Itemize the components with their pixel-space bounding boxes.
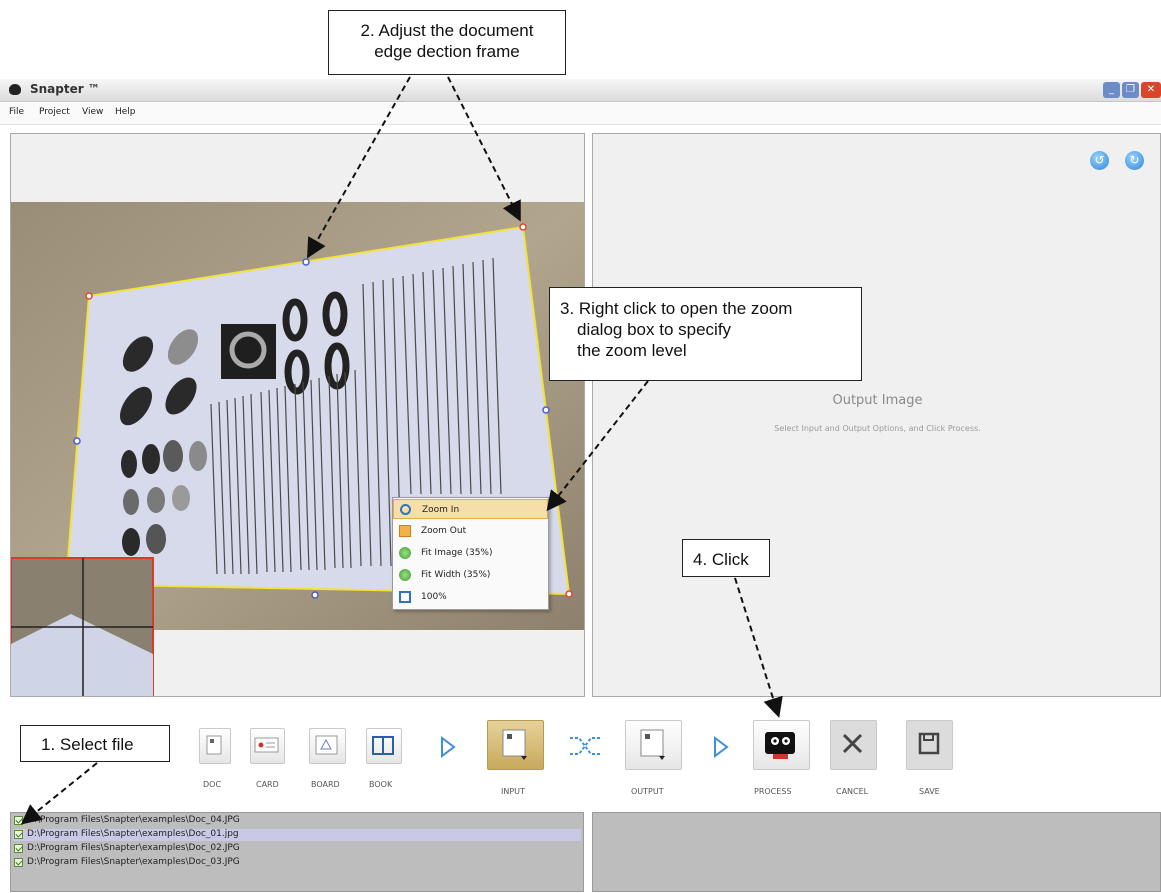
menu-file[interactable]: File bbox=[9, 107, 24, 117]
process-robot-icon bbox=[765, 732, 795, 759]
input-photo bbox=[11, 202, 584, 696]
callout-step-3: 3. Right click to open the zoom dialog b… bbox=[549, 287, 862, 381]
callout-step-1: 1. Select file bbox=[20, 725, 170, 762]
book-icon bbox=[372, 736, 394, 755]
save-disk-icon bbox=[918, 732, 940, 755]
fit-width-icon bbox=[399, 569, 411, 581]
menu-bar: File Project View Help bbox=[0, 102, 1161, 125]
zoom-in-icon bbox=[400, 504, 411, 515]
zoom-out-icon bbox=[399, 525, 411, 537]
actual-size-icon bbox=[399, 591, 411, 603]
callout-step-3-line3: the zoom level bbox=[577, 341, 687, 360]
output-image-panel[interactable]: ↺ ↻ Output Image Select Input and Output… bbox=[592, 133, 1161, 697]
callout-step-3-line1: 3. Right click to open the zoom bbox=[560, 299, 793, 318]
rotate-left-icon[interactable]: ↺ bbox=[1090, 151, 1109, 170]
menu-item-zoom-out[interactable]: Zoom Out bbox=[393, 521, 548, 541]
title-bar: Snapter ™ _ ❐ ✕ bbox=[0, 79, 1161, 102]
menu-item-fit-image[interactable]: Fit Image (35%) bbox=[393, 543, 548, 563]
file-checkbox[interactable] bbox=[14, 858, 23, 867]
file-row[interactable]: D:\Program Files\Snapter\examples\Doc_03… bbox=[13, 857, 581, 869]
file-row[interactable]: D:\Program Files\Snapter\examples\Doc_04… bbox=[13, 815, 581, 827]
close-icon[interactable]: ✕ bbox=[1141, 82, 1161, 98]
file-checkbox[interactable] bbox=[14, 830, 23, 839]
arrow-right-icon bbox=[714, 736, 729, 758]
callout-step-2-line2: edge dection frame bbox=[374, 42, 520, 61]
cancel-x-icon bbox=[842, 733, 863, 754]
output-image-hint: Select Input and Output Options, and Cli… bbox=[774, 424, 981, 433]
restore-icon[interactable]: ❐ bbox=[1122, 82, 1139, 98]
menu-help[interactable]: Help bbox=[115, 107, 136, 117]
menu-item-100-percent[interactable]: 100% bbox=[393, 587, 548, 607]
file-row[interactable]: D:\Program Files\Snapter\examples\Doc_02… bbox=[13, 843, 581, 855]
doc-icon bbox=[206, 735, 222, 755]
file-row-selected[interactable]: D:\Program Files\Snapter\examples\Doc_01… bbox=[13, 829, 581, 841]
card-icon bbox=[254, 737, 279, 753]
zoom-context-menu: Zoom In Zoom Out Fit Image (35%) Fit Wid… bbox=[392, 497, 549, 610]
callout-step-2: 2. Adjust the document edge dection fram… bbox=[328, 10, 566, 75]
minimize-icon[interactable]: _ bbox=[1103, 82, 1120, 98]
callout-step-3-line2: dialog box to specify bbox=[577, 320, 732, 339]
callout-step-4: 4. Click bbox=[682, 539, 770, 577]
arrow-right-icon bbox=[441, 736, 456, 758]
menu-item-zoom-in[interactable]: Zoom In bbox=[393, 499, 548, 519]
window-title: Snapter ™ bbox=[30, 82, 100, 96]
callout-step-2-line1: 2. Adjust the document bbox=[360, 21, 534, 40]
fit-image-icon bbox=[399, 547, 411, 559]
output-image-title: Output Image bbox=[832, 393, 923, 408]
output-file-list bbox=[592, 812, 1161, 892]
menu-item-fit-width[interactable]: Fit Width (35%) bbox=[393, 565, 548, 585]
file-checkbox[interactable] bbox=[14, 844, 23, 853]
app-icon bbox=[9, 84, 21, 95]
board-icon bbox=[315, 735, 338, 755]
rotate-right-icon[interactable]: ↻ bbox=[1125, 151, 1144, 170]
menu-view[interactable]: View bbox=[82, 107, 103, 117]
input-icon bbox=[502, 729, 527, 760]
input-image-panel[interactable] bbox=[10, 133, 585, 697]
file-list[interactable]: D:\Program Files\Snapter\examples\Doc_04… bbox=[10, 812, 584, 892]
shuffle-icon bbox=[570, 737, 600, 755]
file-checkbox[interactable] bbox=[14, 816, 23, 825]
output-icon bbox=[640, 729, 665, 760]
menu-project[interactable]: Project bbox=[39, 107, 70, 117]
